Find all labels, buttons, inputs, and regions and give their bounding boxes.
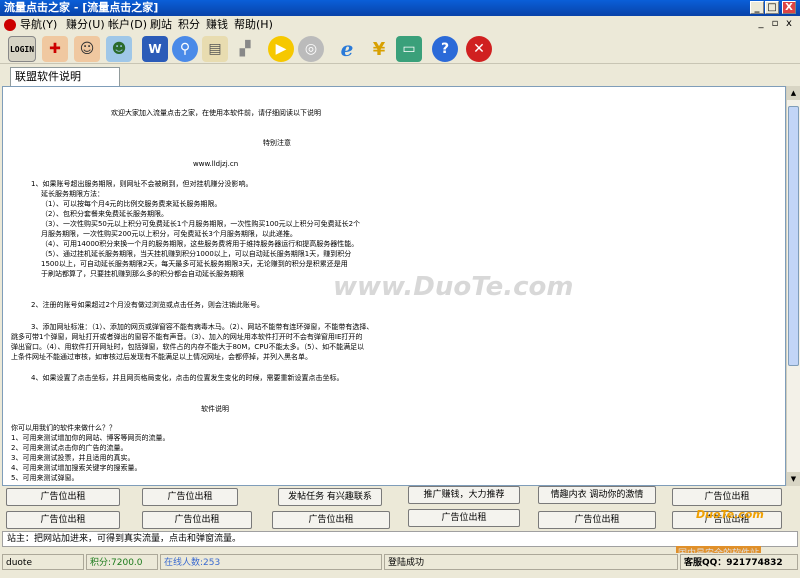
content-line: 弹出窗口。（4）、用软件打开网址时，包括弹窗，软件占的内存不能大于80M，CPU… bbox=[11, 343, 365, 351]
menu-points[interactable]: 积分 bbox=[178, 16, 200, 34]
ad-button[interactable]: 广告位出租 bbox=[142, 488, 238, 506]
menu-brush-site[interactable]: 刷站 bbox=[150, 16, 172, 34]
content-line: 延长服务期限方法： bbox=[41, 190, 104, 198]
login-text: LOGIN bbox=[9, 44, 35, 54]
ad-button[interactable]: 广告位出租 bbox=[6, 488, 120, 506]
play-icon[interactable]: ▶ bbox=[268, 36, 294, 62]
menu-earn-points[interactable]: 赚分(U) bbox=[66, 16, 105, 34]
content-line: （3）、一次性购买50元以上积分可免费延长1个月服务期限，一次性购买100元以上… bbox=[41, 220, 361, 228]
search-icon[interactable]: ⚲ bbox=[172, 36, 198, 62]
content-line: 1500以上，可自动延长服务期限2天，每天最多可延长服务期限3天，无论赚到的积分… bbox=[41, 260, 348, 268]
content-line: 3、可用来测试投票，并且适用的真实。 bbox=[11, 454, 135, 462]
content-line: （5）、通过挂机延长服务期限，当天挂机赚到积分1000以上，可以自动延长服务期限… bbox=[41, 250, 352, 258]
content-line: （4）、可用14000积分来换一个月的服务期限，这些服务费将用于维持服务器运行和… bbox=[41, 240, 359, 248]
scroll-thumb[interactable] bbox=[788, 106, 799, 366]
mdi-minimize-button[interactable]: _ bbox=[754, 18, 768, 31]
content-line: 1、如果账号超出服务期限，则网址不会被刷到，但对挂机赚分没影响。 bbox=[31, 180, 253, 188]
scroll-up-icon[interactable]: ▲ bbox=[787, 86, 800, 100]
tab-strip: 联盟软件说明 bbox=[0, 64, 800, 86]
help-icon[interactable]: ? bbox=[432, 36, 458, 62]
tab-alliance-software-info[interactable]: 联盟软件说明 bbox=[10, 67, 120, 86]
minimize-button[interactable]: _ bbox=[750, 1, 764, 14]
watermark: www.DuoTe.com bbox=[333, 272, 574, 302]
content-line: 于刷站都算了，只要挂机赚到那么多的积分都会自动延长服务期限 bbox=[41, 270, 244, 278]
title-bar[interactable]: 流量点击之家 - [流量点击之家] _ □ X bbox=[0, 0, 800, 16]
stop-icon[interactable]: ◎ bbox=[298, 36, 324, 62]
watermark: DuoTe.com bbox=[696, 508, 764, 521]
vertical-scrollbar[interactable]: ▲ ▼ bbox=[786, 86, 800, 486]
app-icon bbox=[4, 19, 16, 31]
special-notice-heading: 特别注意 bbox=[263, 139, 291, 147]
status-qq: 客服QQ：921774832 bbox=[680, 554, 798, 570]
ad-button[interactable]: 广告位出租 bbox=[408, 509, 520, 527]
ad-button[interactable]: 推广赚钱，大力推荐 bbox=[408, 486, 520, 504]
ad-button[interactable]: 情趣内衣 调动你的激情 bbox=[538, 486, 656, 504]
content-line: 跳多可带1个弹窗，网址打开或者弹出的窗容不能有声音。（3）、加入的网址用本软件打… bbox=[11, 333, 363, 341]
word-document-icon[interactable]: W bbox=[142, 36, 168, 62]
content-line: 2、可用来测试点击你的广告的流量。 bbox=[11, 444, 128, 452]
status-username: duote bbox=[2, 554, 84, 570]
mdi-restore-button[interactable]: ▫ bbox=[768, 18, 782, 31]
content-line: （2）、包积分套餐来免费延长服务期限。 bbox=[41, 210, 168, 218]
website-url: www.lldjzj.cn bbox=[193, 160, 239, 168]
menu-make-money[interactable]: 赚钱 bbox=[206, 16, 228, 34]
window-title: 流量点击之家 - [流量点击之家] bbox=[4, 1, 159, 14]
content-line: 月服务期限，一次性购买200元以上积分，可免费延长3个月服务期限，以此递推。 bbox=[41, 230, 297, 238]
content-line: 3、添加网址标准：（1）、添加的网页或弹窗容不能有病毒木马。（2）、网站不能带有… bbox=[31, 323, 374, 331]
money-icon[interactable]: ¥ bbox=[366, 36, 392, 62]
cash-icon[interactable]: ▭ bbox=[396, 36, 422, 62]
add-user-icon[interactable]: ✚ bbox=[42, 36, 68, 62]
internet-explorer-icon[interactable]: ℯ bbox=[334, 36, 360, 62]
close-window-button[interactable]: X bbox=[782, 1, 796, 14]
content-line: 上条件网址不能通过审核，如审核过后发现有不能满足以上情况网址，会都停掉，并列入黑… bbox=[11, 353, 312, 361]
ad-button[interactable]: 广告位出租 bbox=[538, 511, 656, 529]
user-icon[interactable]: ☺ bbox=[74, 36, 100, 62]
ad-button[interactable]: 广告位出租 bbox=[142, 511, 252, 529]
ad-button[interactable]: 广告位出租 bbox=[6, 511, 120, 529]
menu-help[interactable]: 帮助(H) bbox=[234, 16, 273, 34]
content-line: 2、注册的账号如果超过2个月没有做过浏览或点击任务，则会注销此账号。 bbox=[31, 301, 264, 309]
maximize-button[interactable]: □ bbox=[765, 1, 779, 14]
content-line: 你可以用我们的软件来做什么？？ bbox=[11, 424, 116, 432]
software-description-heading: 软件说明 bbox=[201, 405, 229, 413]
clipboard-icon[interactable]: ▤ bbox=[202, 36, 228, 62]
status-points: 积分:7200.0 bbox=[86, 554, 158, 570]
ad-button[interactable]: 广告位出租 bbox=[672, 488, 782, 506]
status-message: 登陆成功 bbox=[384, 554, 678, 570]
toolbar: LOGIN ✚ ☺ ☻ W ⚲ ▤ ▞ ▶ ◎ ℯ ¥ ▭ ? ✕ bbox=[0, 34, 800, 64]
menu-navigate[interactable]: 导航(Y) bbox=[20, 16, 57, 34]
signal-bars-icon[interactable]: ▞ bbox=[232, 36, 258, 62]
software-description-panel: 欢迎大家加入流量点击之家，在使用本软件前，请仔细阅读以下说明 特别注意 www.… bbox=[2, 86, 786, 486]
content-line: 1、可用来测试增加你的网站、博客等网页的流量。 bbox=[11, 434, 170, 442]
menu-bar: 导航(Y) 赚分(U) 帐户(D) 刷站 积分 赚钱 帮助(H) _ ▫ x bbox=[0, 16, 800, 34]
menu-account[interactable]: 帐户(D) bbox=[108, 16, 147, 34]
welcome-line: 欢迎大家加入流量点击之家，在使用本软件前，请仔细阅读以下说明 bbox=[111, 109, 321, 117]
ad-button[interactable]: 广告位出租 bbox=[272, 511, 390, 529]
station-note: 站主：把网站加进来，可得到真实流量，点击和弹窗流量。 bbox=[2, 531, 798, 547]
group-icon[interactable]: ☻ bbox=[106, 36, 132, 62]
mdi-close-button[interactable]: x bbox=[782, 18, 796, 31]
login-icon[interactable]: LOGIN bbox=[8, 36, 36, 62]
scroll-down-icon[interactable]: ▼ bbox=[787, 472, 800, 486]
ad-button[interactable]: 发帖任务 有兴趣联系 bbox=[278, 488, 382, 506]
close-icon[interactable]: ✕ bbox=[466, 36, 492, 62]
content-line: 5、可用来测试弹窗。 bbox=[11, 474, 79, 482]
content-line: （1）、可以按每个月4元的比例交服务费来延长服务期限。 bbox=[41, 200, 222, 208]
content-line: 4、如果设置了点击坐标，并且网页格局变化，点击的位置发生变化的时候，需要重新设置… bbox=[31, 374, 344, 382]
status-bar: duote 积分:7200.0 在线人数:253 登陆成功 客服QQ：92177… bbox=[0, 553, 800, 571]
content-line: 4、可用来测试增加搜索关键字的搜索量。 bbox=[11, 464, 142, 472]
status-online-count: 在线人数:253 bbox=[160, 554, 382, 570]
